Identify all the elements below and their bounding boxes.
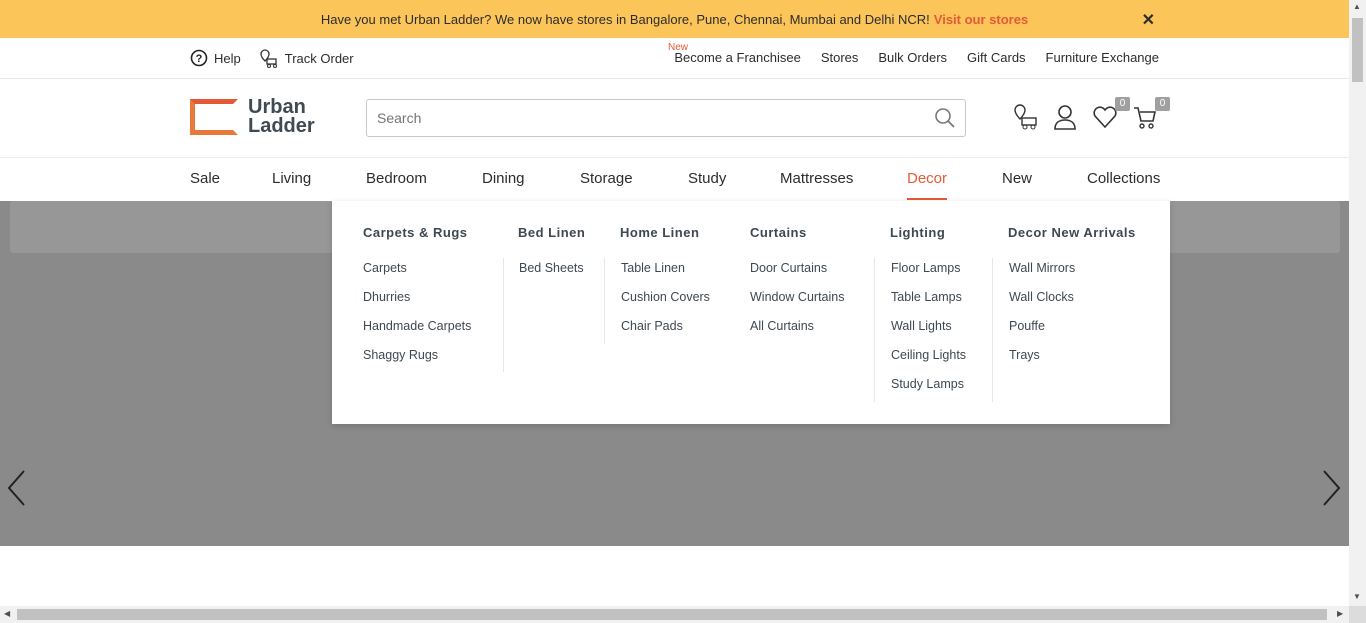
column-heading[interactable]: Carpets & Rugs: [363, 225, 471, 240]
menu-link[interactable]: Wall Clocks: [1009, 287, 1136, 316]
nav-mattresses[interactable]: Mattresses: [780, 170, 853, 187]
wishlist-icon[interactable]: 0: [1092, 97, 1130, 131]
help-label: Help: [214, 50, 241, 66]
wishlist-count-badge: 0: [1115, 97, 1130, 111]
nav-collections[interactable]: Collections: [1087, 170, 1160, 187]
logo-mark: [190, 99, 238, 135]
nav-storage[interactable]: Storage: [580, 170, 633, 187]
horizontal-scroll-thumb[interactable]: [17, 609, 1327, 620]
track-order-label: Track Order: [284, 50, 354, 66]
track-order-link[interactable]: Track Order: [259, 48, 354, 68]
utility-bar: ? Help Track Order New Become a Franchis…: [0, 38, 1349, 79]
nav-bedroom[interactable]: Bedroom: [366, 170, 427, 187]
nav-dining[interactable]: Dining: [482, 170, 525, 187]
announcement-text: Have you met Urban Ladder? We now have s…: [320, 11, 930, 27]
nav-new[interactable]: New: [1002, 170, 1032, 187]
logo-text: Urban Ladder: [248, 96, 315, 137]
scroll-up-icon[interactable]: ▲: [1353, 2, 1361, 11]
carousel-next-icon[interactable]: [1320, 469, 1342, 515]
scroll-right-icon[interactable]: ▶: [1337, 609, 1343, 618]
announcement-bar: Have you met Urban Ladder? We now have s…: [0, 0, 1349, 38]
search-icon[interactable]: [933, 106, 957, 130]
nav-sale[interactable]: Sale: [190, 170, 220, 187]
cart-count-badge: 0: [1155, 97, 1170, 111]
scrollbar-corner: [1349, 606, 1366, 623]
nav-decor[interactable]: Decor: [907, 170, 947, 187]
menu-link[interactable]: Wall Mirrors: [1009, 258, 1136, 287]
logo[interactable]: Urban Ladder: [190, 97, 322, 137]
menu-column-lighting: Lighting Floor Lamps Table Lamps Wall Li…: [874, 225, 966, 402]
menu-column-curtains: Curtains Door Curtains Window Curtains A…: [750, 225, 844, 345]
search-box: [366, 99, 966, 137]
menu-column-bed-linen: Bed Linen Bed Sheets: [503, 225, 585, 372]
nav-study[interactable]: Study: [688, 170, 726, 187]
help-link[interactable]: ? Help: [190, 49, 241, 67]
vertical-scroll-thumb[interactable]: [1352, 18, 1363, 82]
menu-column-home-linen: Home Linen Table Linen Cushion Covers Ch…: [604, 225, 710, 344]
column-heading[interactable]: Bed Linen: [503, 225, 585, 240]
gift-cards-link[interactable]: Gift Cards: [967, 50, 1026, 65]
menu-link[interactable]: Cushion Covers: [621, 287, 710, 316]
stores-link[interactable]: Stores: [821, 50, 859, 65]
menu-link[interactable]: Handmade Carpets: [363, 316, 471, 345]
column-heading[interactable]: Home Linen: [604, 225, 710, 240]
menu-link[interactable]: Pouffe: [1009, 316, 1136, 345]
menu-link[interactable]: Trays: [1009, 345, 1136, 374]
menu-link[interactable]: Study Lamps: [891, 374, 966, 403]
svg-text:?: ?: [196, 53, 203, 65]
menu-link[interactable]: Bed Sheets: [519, 258, 585, 287]
decor-mega-menu: Carpets & Rugs Carpets Dhurries Handmade…: [332, 201, 1170, 424]
menu-link[interactable]: Table Linen: [621, 258, 710, 287]
furniture-exchange-link[interactable]: Furniture Exchange: [1046, 50, 1159, 65]
store-locator-icon[interactable]: [1012, 103, 1038, 131]
track-order-icon: [260, 49, 277, 68]
nav-living[interactable]: Living: [272, 170, 311, 187]
help-icon: ?: [190, 49, 208, 67]
menu-link[interactable]: All Curtains: [750, 316, 844, 345]
menu-link[interactable]: Chair Pads: [621, 316, 710, 345]
menu-link[interactable]: Wall Lights: [891, 316, 966, 345]
menu-link[interactable]: Floor Lamps: [891, 258, 966, 287]
menu-column-carpets: Carpets & Rugs Carpets Dhurries Handmade…: [363, 225, 471, 374]
main-header: Urban Ladder 0 0: [0, 79, 1349, 158]
carousel-prev-icon[interactable]: [6, 469, 28, 515]
bulk-orders-link[interactable]: Bulk Orders: [878, 50, 947, 65]
menu-link[interactable]: Shaggy Rugs: [363, 345, 471, 374]
scroll-left-icon[interactable]: ◀: [4, 609, 10, 618]
user-icon[interactable]: [1052, 103, 1078, 131]
column-heading[interactable]: Lighting: [874, 225, 966, 240]
menu-link[interactable]: Ceiling Lights: [891, 345, 966, 374]
franchisee-link[interactable]: Become a Franchisee: [674, 50, 800, 65]
menu-link[interactable]: Window Curtains: [750, 287, 844, 316]
active-nav-underline: [907, 198, 947, 200]
menu-link[interactable]: Table Lamps: [891, 287, 966, 316]
visit-stores-link[interactable]: Visit our stores: [934, 12, 1028, 27]
search-input[interactable]: [377, 110, 917, 126]
menu-link[interactable]: Carpets: [363, 258, 471, 287]
cart-icon[interactable]: 0: [1132, 97, 1170, 131]
menu-link[interactable]: Dhurries: [363, 287, 471, 316]
vertical-scrollbar[interactable]: ▲ ▼: [1349, 0, 1366, 606]
menu-column-decor-new-arrivals: Decor New Arrivals Wall Mirrors Wall Clo…: [992, 225, 1136, 402]
column-heading[interactable]: Curtains: [750, 225, 844, 240]
category-nav: Sale Living Bedroom Dining Storage Study…: [0, 158, 1349, 201]
column-heading[interactable]: Decor New Arrivals: [992, 225, 1136, 240]
scroll-down-icon[interactable]: ▼: [1353, 592, 1361, 601]
menu-link[interactable]: Door Curtains: [750, 258, 844, 287]
close-icon[interactable]: ✕: [1142, 10, 1155, 30]
horizontal-scrollbar[interactable]: ◀ ▶: [0, 606, 1349, 623]
